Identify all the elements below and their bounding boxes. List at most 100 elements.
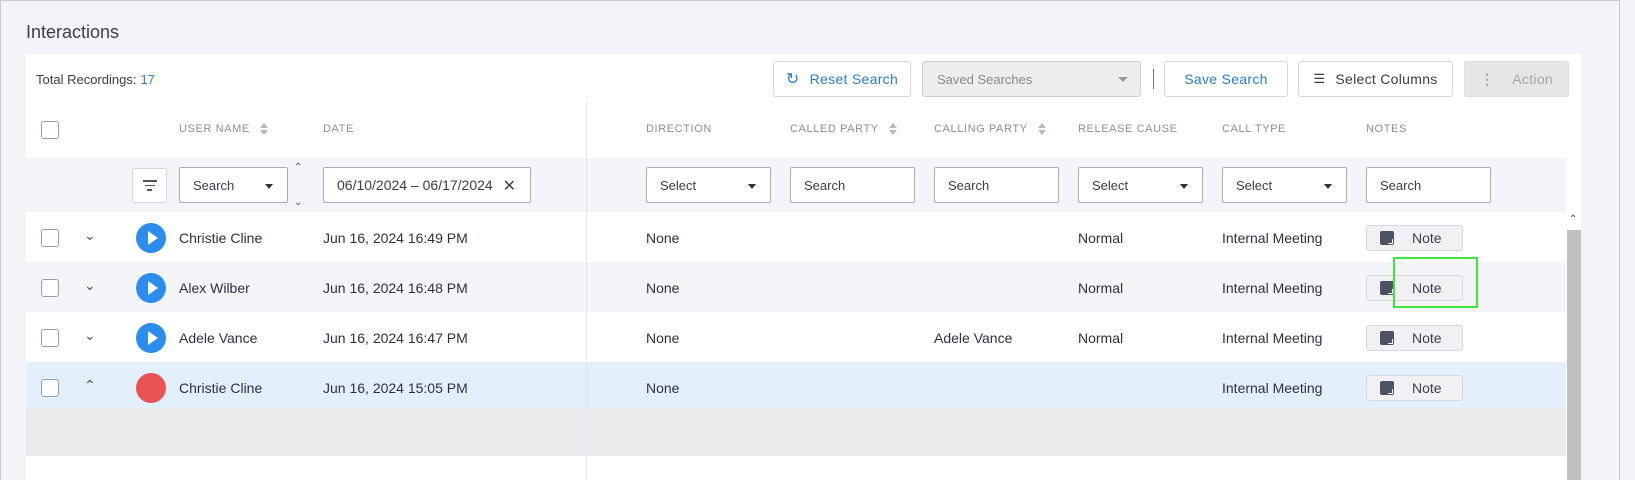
save-search-label: Save Search	[1184, 71, 1268, 87]
close-icon[interactable]: ✕	[503, 176, 516, 196]
column-header-called-party[interactable]: CALLED PARTY	[790, 123, 897, 135]
filter-value: Select	[1236, 177, 1273, 193]
select-columns-label: Select Columns	[1335, 71, 1438, 87]
filter-value: Search	[193, 177, 235, 193]
column-header-direction[interactable]: DIRECTION	[646, 123, 712, 135]
total-recordings-label: Total Recordings:	[36, 72, 137, 87]
direction-cell: None	[646, 380, 680, 396]
notes-filter-input[interactable]: Search	[1366, 167, 1491, 203]
filter-icon	[142, 180, 157, 182]
call-type-cell: Internal Meeting	[1222, 230, 1323, 246]
row-checkbox[interactable]	[41, 329, 59, 347]
release-cause-filter-select[interactable]: Select	[1078, 167, 1203, 203]
date-range-value: 06/10/2024 – 06/17/2024	[337, 177, 493, 193]
table-scrollbar[interactable]: ⌃	[1567, 212, 1581, 480]
action-button[interactable]: ⋮ Action	[1464, 61, 1569, 97]
saved-searches-select[interactable]: Saved Searches	[922, 61, 1141, 97]
chevron-down-icon[interactable]: ⌄	[84, 227, 96, 244]
direction-filter-select[interactable]: Select	[646, 167, 771, 203]
call-type-filter-select[interactable]: Select	[1222, 167, 1347, 203]
date-cell: Jun 16, 2024 16:48 PM	[323, 280, 468, 296]
chevron-down-icon[interactable]: ⌄	[294, 197, 302, 208]
chevron-up-icon[interactable]: ⌃	[1569, 214, 1577, 225]
play-icon[interactable]	[136, 323, 166, 353]
recordings-panel: Total Recordings: 17 ↻ Reset Search Saved…	[26, 54, 1581, 480]
action-label: Action	[1512, 71, 1554, 87]
columns-icon: ☰	[1313, 71, 1326, 86]
user-name-filter-select[interactable]: Search	[179, 167, 288, 203]
note-icon	[1380, 381, 1394, 395]
column-header-label: NOTES	[1366, 123, 1407, 135]
column-header-calling-party[interactable]: CALLING PARTY	[934, 123, 1046, 135]
sort-icon	[888, 123, 897, 135]
table-row[interactable]: ⌄ Alex Wilber Jun 16, 2024 16:48 PM None…	[26, 262, 1566, 314]
chevron-up-icon[interactable]: ⌃	[84, 377, 96, 394]
column-header-label: USER NAME	[179, 123, 250, 135]
filter-value: Select	[1092, 177, 1129, 193]
direction-cell: None	[646, 280, 680, 296]
row-checkbox[interactable]	[41, 379, 59, 397]
chevron-down-icon	[1118, 77, 1128, 82]
call-type-cell: Internal Meeting	[1222, 280, 1323, 296]
date-cell: Jun 16, 2024 16:47 PM	[323, 330, 468, 346]
user-name-cell: Christie Cline	[179, 380, 263, 396]
note-button[interactable]: Note	[1366, 325, 1463, 351]
column-header-label: RELEASE CAUSE	[1078, 123, 1178, 135]
play-icon[interactable]	[136, 223, 166, 253]
focus-highlight-box	[1393, 257, 1478, 308]
table-row[interactable]: ⌄ Christie Cline Jun 16, 2024 16:49 PM N…	[26, 212, 1566, 264]
calling-party-filter-input[interactable]: Search	[934, 167, 1059, 203]
column-header-notes[interactable]: NOTES	[1366, 123, 1407, 135]
filter-row: Search ⌃ ⌄ 06/10/2024 – 06/17/2024 ✕ Sel…	[26, 158, 1566, 212]
table-row[interactable]: ⌄ Adele Vance Jun 16, 2024 16:47 PM None…	[26, 312, 1566, 364]
note-icon	[1380, 331, 1394, 345]
chevron-down-icon	[265, 184, 273, 189]
reset-search-button[interactable]: ↻ Reset Search	[773, 61, 911, 97]
table-header: USER NAME DATE DIRECTION CALLED PARTY CA…	[26, 102, 1566, 158]
column-header-label: CALLED PARTY	[790, 123, 879, 135]
filter-value: Select	[660, 177, 697, 193]
filter-icon-line	[147, 189, 152, 191]
column-header-label: DATE	[323, 123, 354, 135]
column-header-release-cause[interactable]: RELEASE CAUSE	[1078, 123, 1178, 135]
note-button[interactable]: Note	[1366, 375, 1463, 401]
column-header-date[interactable]: DATE	[323, 123, 354, 135]
direction-cell: None	[646, 330, 680, 346]
table-row-selected[interactable]: ⌃ Christie Cline Jun 16, 2024 15:05 PM N…	[26, 362, 1566, 414]
sort-icon	[1037, 123, 1046, 135]
record-icon[interactable]	[136, 373, 166, 403]
chevron-down-icon[interactable]: ⌄	[84, 327, 96, 344]
select-all-checkbox[interactable]	[41, 121, 59, 139]
direction-cell: None	[646, 230, 680, 246]
user-name-cell: Christie Cline	[179, 230, 263, 246]
note-button-label: Note	[1412, 380, 1442, 396]
saved-searches-placeholder: Saved Searches	[937, 71, 1033, 87]
date-range-filter[interactable]: 06/10/2024 – 06/17/2024 ✕	[323, 167, 531, 203]
column-header-user-name[interactable]: USER NAME	[179, 123, 268, 135]
called-party-filter-input[interactable]: Search	[790, 167, 915, 203]
kebab-icon: ⋮	[1479, 70, 1495, 87]
chevron-down-icon	[1324, 184, 1332, 189]
sort-icon	[259, 123, 268, 135]
chevron-down-icon[interactable]: ⌄	[84, 277, 96, 294]
save-search-button[interactable]: Save Search	[1164, 61, 1288, 97]
reset-search-label: Reset Search	[809, 71, 899, 87]
filter-value: Search	[948, 177, 990, 193]
chevron-down-icon	[1180, 184, 1188, 189]
filter-toggle-button[interactable]	[132, 168, 167, 203]
note-button[interactable]: Note	[1366, 225, 1463, 251]
row-checkbox[interactable]	[41, 229, 59, 247]
reset-icon: ↻	[785, 71, 800, 88]
row-checkbox[interactable]	[41, 279, 59, 297]
play-icon[interactable]	[136, 273, 166, 303]
column-header-call-type[interactable]: CALL TYPE	[1222, 123, 1286, 135]
chevron-up-icon[interactable]: ⌃	[294, 162, 302, 173]
scrollbar-thumb[interactable]	[1567, 230, 1581, 480]
call-type-cell: Internal Meeting	[1222, 330, 1323, 346]
select-columns-button[interactable]: ☰ Select Columns	[1298, 61, 1453, 97]
total-recordings: Total Recordings: 17	[36, 72, 155, 87]
release-cause-cell: Normal	[1078, 330, 1124, 346]
filter-scroll-stepper[interactable]: ⌃ ⌄	[294, 162, 304, 208]
note-button-label: Note	[1412, 330, 1442, 346]
column-header-label: DIRECTION	[646, 123, 712, 135]
